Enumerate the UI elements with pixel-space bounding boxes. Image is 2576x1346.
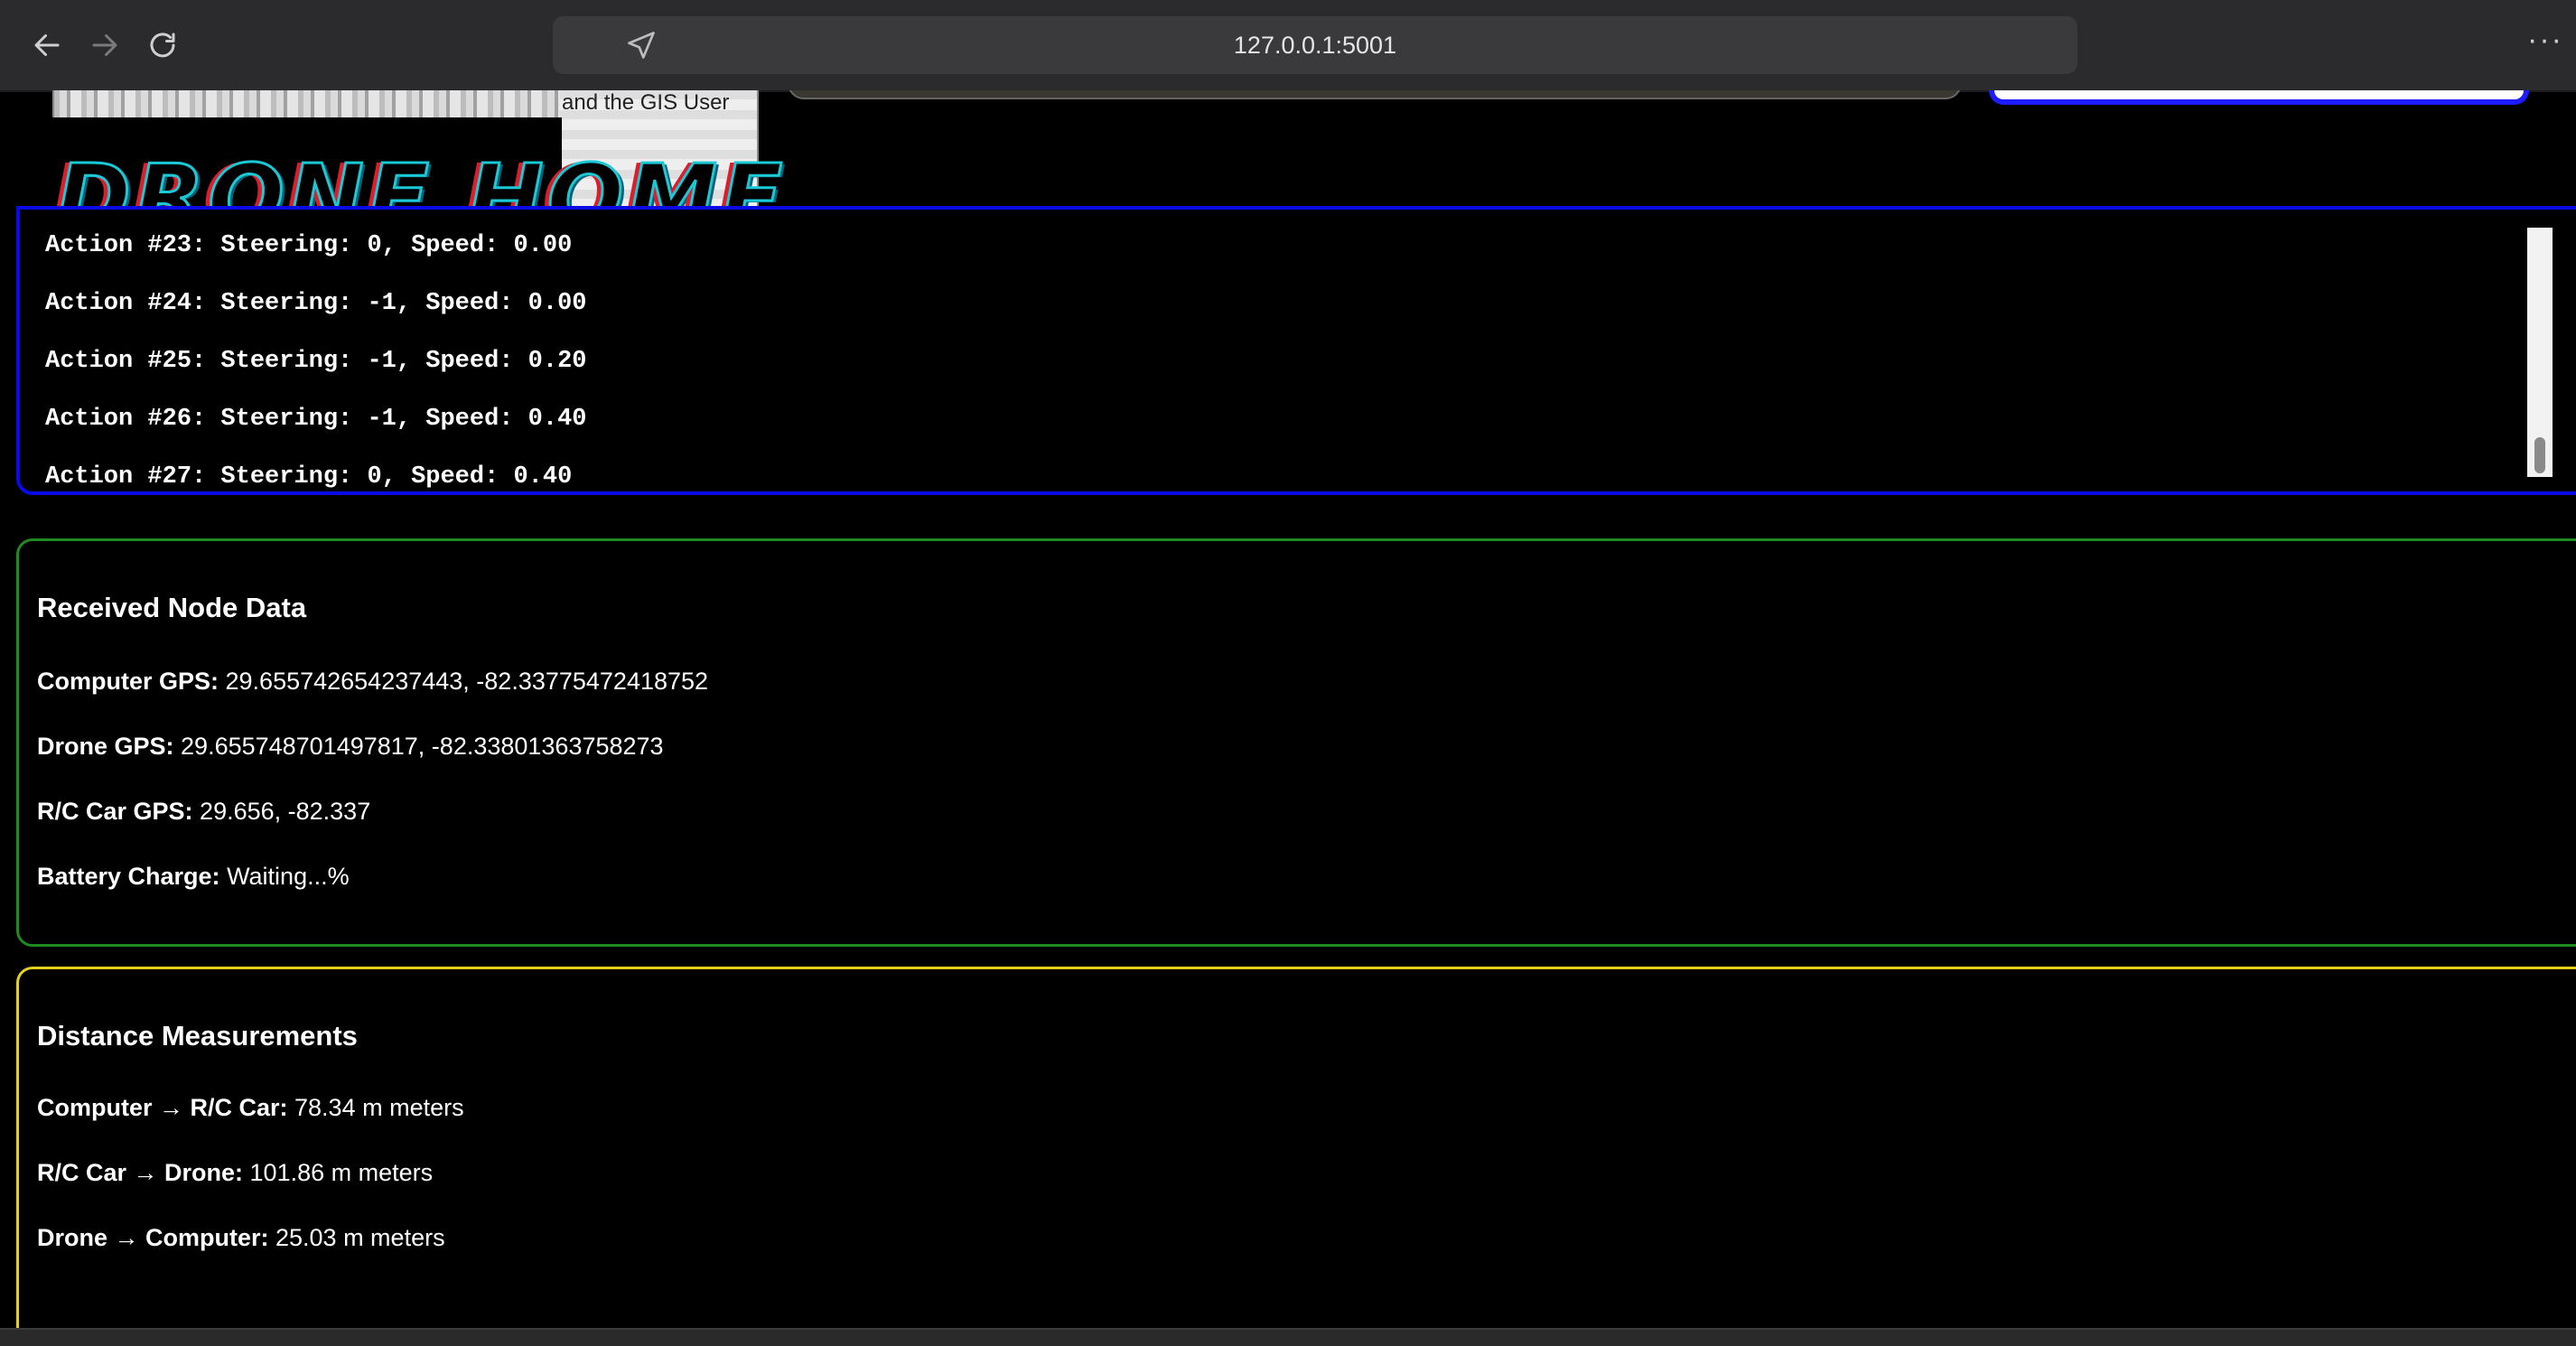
drone-gps-label: Drone GPS: <box>37 733 174 760</box>
horizontal-scrollbar[interactable] <box>0 1328 2576 1346</box>
distance-title: Distance Measurements <box>37 1020 358 1052</box>
video-feed <box>788 90 1962 99</box>
rc-car-gps-value: 29.656, -82.337 <box>192 798 371 825</box>
action-item: Action #23: Steering: 0, Speed: 0.00 <box>45 232 573 259</box>
drone-computer-label: Drone → Computer: <box>37 1224 269 1251</box>
computer-rc-value: 78.34 m meters <box>287 1094 464 1121</box>
reload-icon <box>150 33 175 58</box>
computer-gps-label: Computer GPS: <box>37 668 219 695</box>
action-list: Action #23: Steering: 0, Speed: 0.00 Act… <box>45 217 587 506</box>
scrollbar-thumb[interactable] <box>2534 437 2545 473</box>
node-data-title: Received Node Data <box>37 592 307 623</box>
action-item: Action #24: Steering: -1, Speed: 0.00 <box>45 290 587 317</box>
drone-computer-distance-field: Drone → Computer: 25.03 m meters <box>37 1224 445 1252</box>
map-caption: and the GIS User <box>562 90 730 115</box>
info-card <box>1989 90 2529 105</box>
more-menu-button[interactable]: ··· <box>2522 22 2569 69</box>
reload-button[interactable] <box>139 22 186 69</box>
page-content: and the GIS User DRONE HOME Action #23: … <box>0 90 2576 1344</box>
battery-field: Battery Charge: Waiting...% <box>37 863 350 891</box>
drone-computer-value: 25.03 m meters <box>268 1224 445 1251</box>
drone-gps-value: 29.655748701497817, -82.33801363758273 <box>173 733 664 760</box>
action-item: Action #25: Steering: -1, Speed: 0.20 <box>45 348 587 375</box>
back-button[interactable] <box>23 22 70 69</box>
drone-gps-field: Drone GPS: 29.655748701497817, -82.33801… <box>37 733 664 761</box>
rc-drone-label: R/C Car → Drone: <box>37 1159 244 1186</box>
node-data-panel: Received Node Data Computer GPS: 29.6557… <box>16 538 2576 947</box>
forward-button[interactable] <box>81 22 128 69</box>
computer-gps-value: 29.655742654237443, -82.33775472418752 <box>219 668 709 695</box>
computer-gps-field: Computer GPS: 29.655742654237443, -82.33… <box>37 668 708 696</box>
computer-rc-distance-field: Computer → R/C Car: 78.34 m meters <box>37 1094 464 1122</box>
computer-rc-label: Computer → R/C Car: <box>37 1094 288 1121</box>
rc-car-gps-label: R/C Car GPS: <box>37 798 193 825</box>
battery-value: Waiting...% <box>219 863 350 890</box>
back-arrow-icon <box>34 34 60 56</box>
address-bar[interactable]: 127.0.0.1:5001 <box>553 16 2077 74</box>
browser-toolbar: 127.0.0.1:5001 ··· <box>0 0 2576 92</box>
battery-label: Battery Charge: <box>37 863 220 890</box>
rc-drone-value: 101.86 m meters <box>243 1159 434 1186</box>
rc-car-gps-field: R/C Car GPS: 29.656, -82.337 <box>37 798 370 826</box>
action-log-scrollbar[interactable] <box>2527 228 2553 477</box>
action-item: Action #27: Steering: 0, Speed: 0.40 <box>45 463 573 491</box>
more-dots-icon: ··· <box>2527 23 2563 57</box>
rc-drone-distance-field: R/C Car → Drone: 101.86 m meters <box>37 1159 433 1187</box>
distance-panel: Distance Measurements Computer → R/C Car… <box>16 967 2576 1344</box>
action-item: Action #26: Steering: -1, Speed: 0.40 <box>45 406 587 433</box>
forward-arrow-icon <box>92 34 117 56</box>
action-log-panel[interactable]: Action #23: Steering: 0, Speed: 0.00 Act… <box>16 206 2576 495</box>
url-text: 127.0.0.1:5001 <box>1233 32 1397 59</box>
